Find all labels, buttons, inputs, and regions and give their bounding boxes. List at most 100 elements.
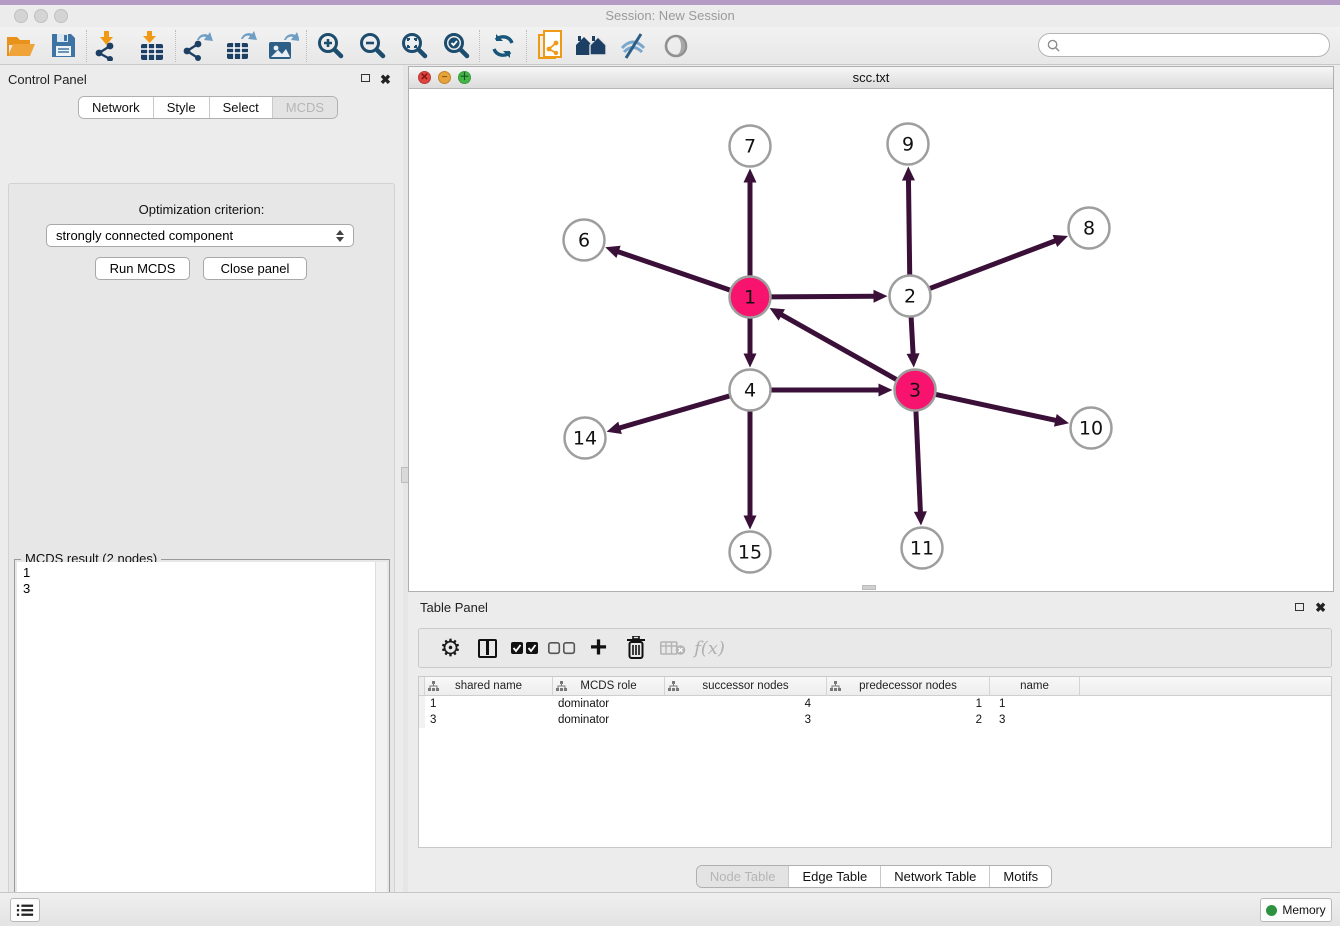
network-node-9[interactable]: 9	[888, 124, 929, 165]
control-panel: Control Panel ✖ Network Style Select MCD…	[0, 65, 403, 892]
network-edge[interactable]	[618, 395, 731, 428]
tab-network-table[interactable]: Network Table	[880, 866, 989, 887]
table-cell[interactable]: 3	[425, 712, 553, 728]
export-network-icon	[183, 31, 215, 61]
apply-layout-button[interactable]	[571, 29, 613, 63]
mcds-result-text[interactable]: 1 3	[17, 562, 375, 926]
column-header-predecessor-nodes[interactable]: predecessor nodes	[827, 677, 990, 695]
save-disk-icon	[51, 33, 76, 58]
tab-network[interactable]: Network	[79, 97, 153, 118]
export-image-button[interactable]	[262, 29, 304, 63]
hide-graphics-details-button[interactable]	[613, 29, 655, 63]
edge-arrowhead-icon	[744, 516, 757, 530]
delete-table-button[interactable]	[654, 631, 691, 665]
mcds-panel: Optimization criterion: strongly connect…	[8, 183, 395, 926]
export-table-button[interactable]	[220, 29, 262, 63]
function-builder-button[interactable]: f(x)	[691, 631, 728, 665]
network-node-2[interactable]: 2	[890, 276, 931, 317]
column-header-mcds-role[interactable]: MCDS role	[553, 677, 665, 695]
control-panel-tabs: Network Style Select MCDS	[78, 96, 338, 119]
frame-resize-gripper[interactable]	[862, 585, 876, 590]
search-input[interactable]	[1065, 38, 1329, 52]
table-settings-button[interactable]: ⚙	[432, 631, 469, 665]
memory-button[interactable]: Memory	[1260, 898, 1332, 922]
table-cell[interactable]: 4	[665, 696, 827, 712]
tab-style[interactable]: Style	[153, 97, 209, 118]
column-header-successor-nodes[interactable]: successor nodes	[665, 677, 827, 695]
network-edge[interactable]	[769, 296, 875, 297]
network-edge[interactable]	[617, 251, 732, 290]
network-canvas[interactable]: 7 9 6 8 1 2 4 3 14 10 15 11	[409, 89, 1333, 591]
table-cell[interactable]: dominator	[553, 696, 665, 712]
network-node-8[interactable]: 8	[1069, 208, 1110, 249]
zoom-selected-button[interactable]	[435, 29, 477, 63]
tab-node-table[interactable]: Node Table	[697, 866, 789, 887]
network-node-3[interactable]: 3	[895, 370, 936, 411]
network-node-15[interactable]: 15	[730, 532, 771, 573]
refresh-button[interactable]	[482, 29, 524, 63]
tab-select[interactable]: Select	[209, 97, 272, 118]
new-network-from-file-button[interactable]	[529, 29, 571, 63]
search-field[interactable]	[1038, 33, 1330, 57]
show-graphics-details-button[interactable]	[655, 29, 697, 63]
deselect-all-button[interactable]	[543, 631, 580, 665]
table-row[interactable]: 1dominator411	[419, 696, 1331, 712]
table-cell[interactable]: 3	[665, 712, 827, 728]
save-session-button[interactable]	[42, 29, 84, 63]
network-edge[interactable]	[928, 240, 1057, 289]
import-network-button[interactable]	[89, 29, 131, 63]
open-session-button[interactable]	[0, 29, 42, 63]
network-edge[interactable]	[934, 394, 1057, 421]
network-node-11[interactable]: 11	[902, 528, 943, 569]
node-label: 9	[902, 134, 914, 156]
task-history-button[interactable]	[10, 898, 40, 922]
network-edge[interactable]	[916, 409, 921, 513]
close-panel-button[interactable]: Close panel	[203, 257, 307, 280]
network-node-4[interactable]: 4	[730, 370, 771, 411]
edge-arrowhead-icon	[1053, 235, 1068, 247]
window-title: Session: New Session	[0, 8, 1340, 23]
network-node-6[interactable]: 6	[564, 220, 605, 261]
column-header-name[interactable]: name	[990, 677, 1080, 695]
tab-mcds[interactable]: MCDS	[272, 97, 337, 118]
titlebar: Session: New Session	[0, 5, 1340, 27]
close-table-panel-icon[interactable]: ✖	[1315, 601, 1326, 614]
table-cell[interactable]: dominator	[553, 712, 665, 728]
table-cell[interactable]: 1	[990, 696, 1080, 712]
column-view-button[interactable]	[469, 631, 506, 665]
criterion-select[interactable]: strongly connected component	[46, 224, 354, 247]
zoom-out-button[interactable]	[351, 29, 393, 63]
network-edge[interactable]	[911, 315, 913, 355]
network-node-7[interactable]: 7	[730, 126, 771, 167]
network-node-14[interactable]: 14	[565, 418, 606, 459]
zoom-fit-button[interactable]	[393, 29, 435, 63]
network-edge[interactable]	[908, 178, 909, 276]
float-panel-icon[interactable]	[361, 74, 370, 82]
toolbar-separator	[86, 30, 87, 62]
float-table-panel-icon[interactable]	[1295, 603, 1304, 611]
table-row[interactable]: 3dominator323	[419, 712, 1331, 728]
tab-edge-table[interactable]: Edge Table	[788, 866, 880, 887]
network-frame-titlebar[interactable]: ✕ − ＋ scc.txt	[409, 67, 1333, 89]
network-node-1[interactable]: 1	[730, 277, 771, 318]
export-image-icon	[267, 31, 299, 61]
close-panel-icon[interactable]: ✖	[380, 73, 391, 86]
select-all-button[interactable]	[506, 631, 543, 665]
row-filler	[1080, 696, 1331, 712]
result-scrollbar[interactable]	[375, 562, 387, 926]
zoom-in-button[interactable]	[309, 29, 351, 63]
import-table-button[interactable]	[131, 29, 173, 63]
network-edge[interactable]	[780, 314, 898, 380]
table-cell[interactable]: 2	[827, 712, 990, 728]
network-node-10[interactable]: 10	[1071, 408, 1112, 449]
export-network-button[interactable]	[178, 29, 220, 63]
show-details-eye-icon	[662, 32, 690, 60]
tab-motifs[interactable]: Motifs	[989, 866, 1051, 887]
delete-column-button[interactable]	[617, 631, 654, 665]
add-column-button[interactable]: +	[580, 631, 617, 665]
table-cell[interactable]: 1	[827, 696, 990, 712]
run-mcds-button[interactable]: Run MCDS	[95, 257, 190, 280]
table-cell[interactable]: 3	[990, 712, 1080, 728]
column-header-shared-name[interactable]: shared name	[425, 677, 553, 695]
table-cell[interactable]: 1	[425, 696, 553, 712]
